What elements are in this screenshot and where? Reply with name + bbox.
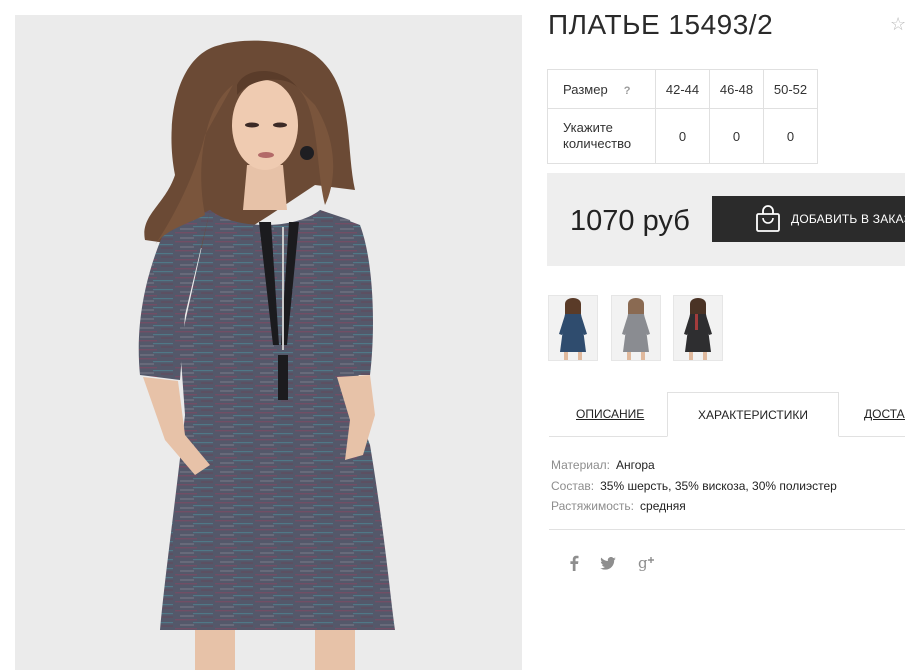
facebook-icon[interactable] xyxy=(563,552,585,574)
characteristic-row: Состав: 35% шерсть, 35% вискоза, 30% поли… xyxy=(551,476,837,497)
characteristic-row: Материал: Ангора xyxy=(551,455,837,476)
size-header-label: Размер xyxy=(563,81,608,97)
product-price: 1070 руб xyxy=(570,205,690,237)
size-option-46-48: 46-48 xyxy=(709,69,764,109)
google-plus-icon[interactable]: g xyxy=(635,552,661,574)
thumbnail-grey[interactable] xyxy=(611,295,661,361)
size-option-50-52: 50-52 xyxy=(763,69,818,109)
characteristic-key: Состав: xyxy=(551,478,595,493)
twitter-icon[interactable] xyxy=(597,552,619,574)
tab-description[interactable]: ОПИСАНИЕ xyxy=(576,392,644,436)
svg-text:g: g xyxy=(638,554,648,572)
size-row: Размер? 42-44 46-48 50-52 xyxy=(547,69,818,109)
characteristic-key: Растяжимость: xyxy=(551,499,635,513)
quantity-label-cell: Укажите количество xyxy=(547,108,656,164)
characteristics-list: Материал: Ангора Состав: 35% шерсть, 35% в… xyxy=(551,455,837,517)
add-to-order-label: ДОБАВИТЬ В ЗАКАЗ xyxy=(791,212,905,226)
characteristic-value: средняя xyxy=(640,499,686,513)
characteristic-value: Ангора xyxy=(615,458,655,472)
add-to-order-button[interactable]: ДОБАВИТЬ В ЗАКАЗ xyxy=(712,196,905,242)
divider xyxy=(549,529,905,530)
tab-characteristics[interactable]: ХАРАКТЕРИСТИКИ xyxy=(667,392,839,437)
product-title: ПЛАТЬЕ 15493/2 xyxy=(548,9,774,40)
shopping-bag-icon xyxy=(755,205,781,233)
characteristic-key: Материал: xyxy=(551,458,610,472)
size-header-cell: Размер? xyxy=(547,69,656,109)
quantity-input-42-44[interactable]: 0 xyxy=(655,108,710,164)
price-panel: 1070 руб ДОБАВИТЬ В ЗАКАЗ xyxy=(547,173,905,266)
size-option-42-44: 42-44 xyxy=(655,69,710,109)
characteristic-value: 35% шерсть, 35% вискоза, 30% полиэстер xyxy=(600,478,837,493)
quantity-input-50-52[interactable]: 0 xyxy=(763,108,818,164)
star-outline-icon[interactable]: ☆ xyxy=(890,15,905,33)
quantity-label-line2: количество xyxy=(563,136,632,151)
thumbnail-black[interactable] xyxy=(673,295,723,361)
tab-delivery[interactable]: ДОСТАВКА xyxy=(864,392,905,436)
quantity-input-46-48[interactable]: 0 xyxy=(709,108,764,164)
quantity-label-line1: Укажите xyxy=(563,120,613,135)
question-mark-icon[interactable]: ? xyxy=(624,85,631,97)
product-tabs: ОПИСАНИЕ ХАРАКТЕРИСТИКИ ДОСТАВКА xyxy=(549,392,905,437)
dress-model-illustration xyxy=(138,40,395,670)
thumbnail-navy[interactable] xyxy=(548,295,598,361)
quantity-row: Укажите количество 0 0 0 xyxy=(547,108,818,164)
product-main-photo[interactable] xyxy=(15,15,522,670)
characteristic-row: Растяжимость: средняя xyxy=(551,496,837,517)
size-quantity-table: Размер? 42-44 46-48 50-52 Укажите количе… xyxy=(547,69,818,164)
